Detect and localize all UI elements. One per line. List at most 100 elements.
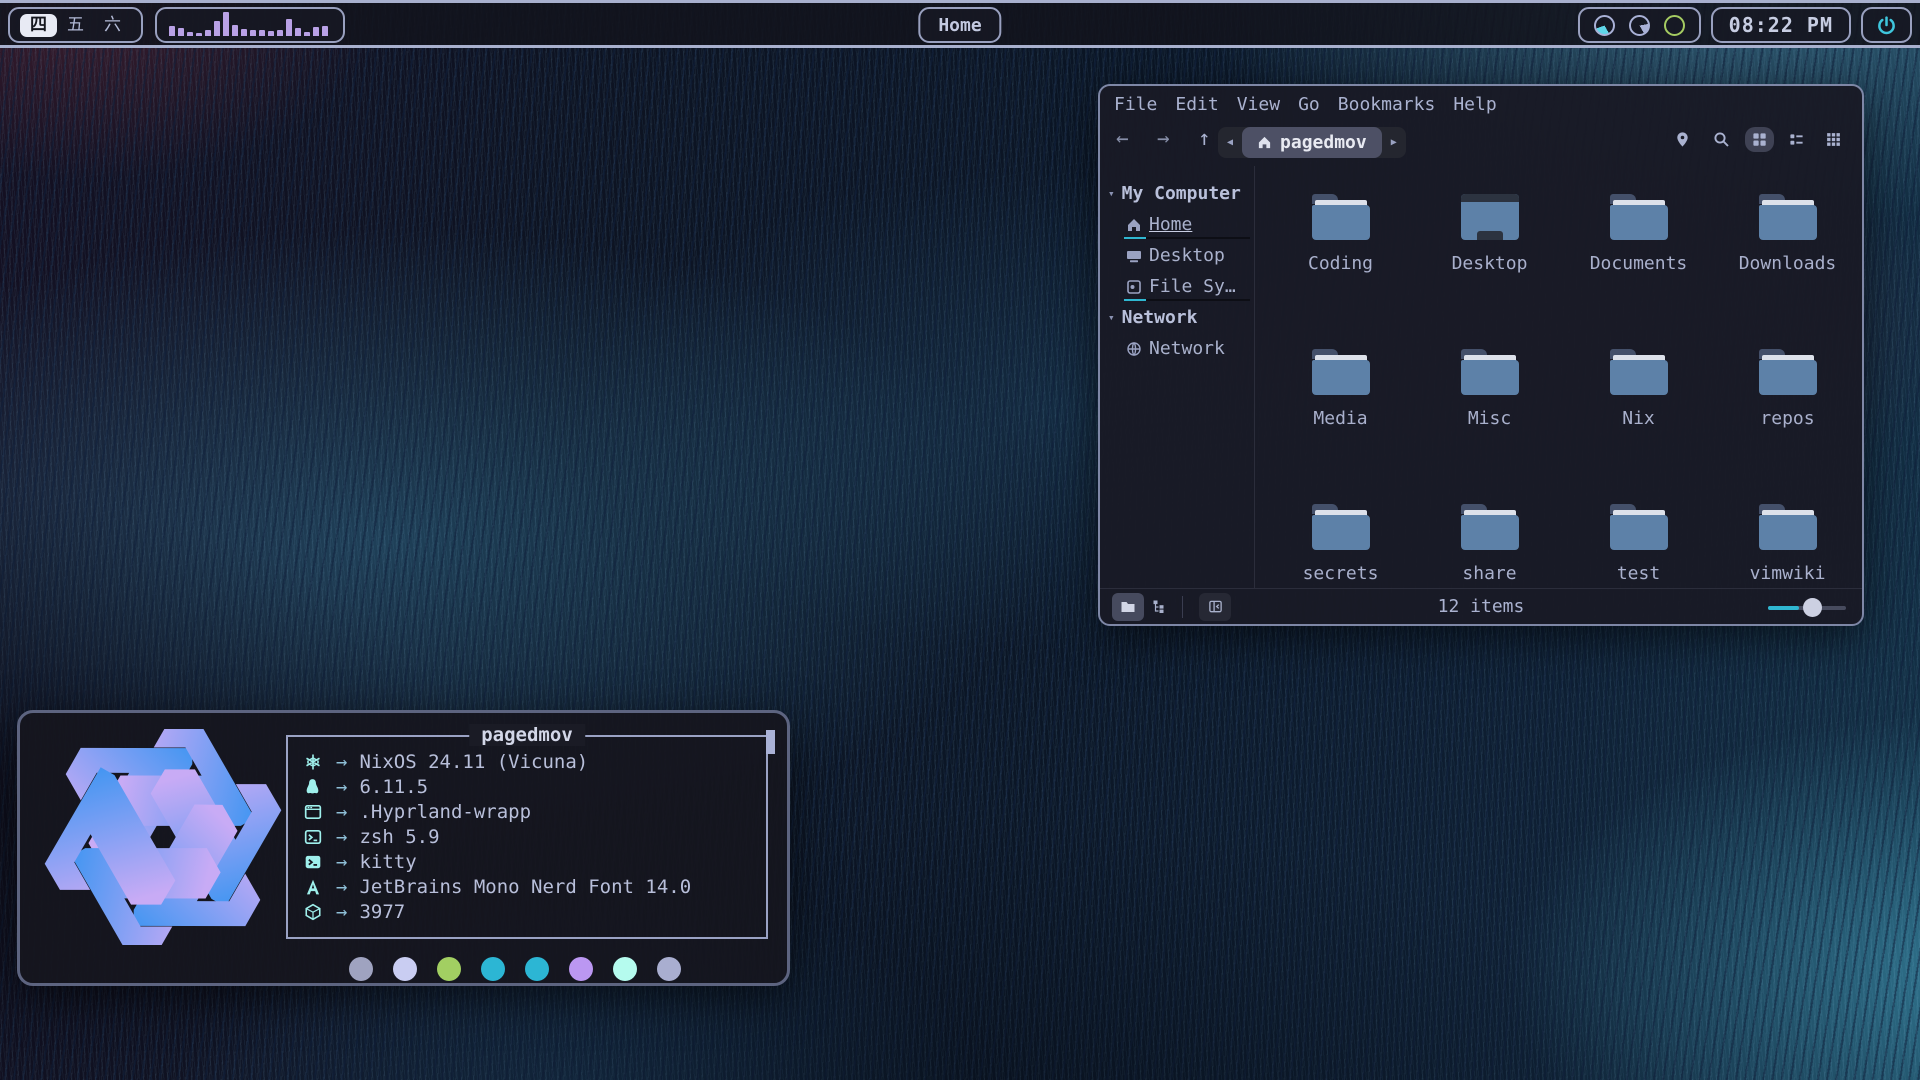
window-icon (304, 803, 328, 821)
folder-desktop[interactable]: Desktop (1415, 186, 1564, 341)
folder-icon (1610, 504, 1668, 550)
visualizer-bar (268, 31, 274, 36)
visualizer-bar (205, 30, 211, 36)
folder-body (1759, 205, 1817, 240)
folder-name: test (1564, 563, 1713, 584)
slider-fill (1768, 606, 1799, 610)
palette-dot (657, 957, 681, 981)
workspace-2[interactable]: 五 (57, 14, 94, 37)
back-button[interactable]: ← (1116, 126, 1129, 150)
folder-icon (1461, 349, 1519, 395)
folder-icon (1312, 349, 1370, 395)
sidebar-item-label: Desktop (1149, 245, 1225, 266)
thumbnail-view-icon (1826, 132, 1841, 147)
menu-help[interactable]: Help (1453, 94, 1496, 115)
path-segment-home[interactable]: pagedmov (1242, 127, 1382, 158)
file-manager-window: File Edit View Go Bookmarks Help ← → ↑ ◀ page… (1098, 84, 1864, 626)
sidebar-item-network[interactable]: Network (1100, 333, 1254, 364)
palette-dot (393, 957, 417, 981)
folder-secrets[interactable]: secrets (1266, 496, 1415, 651)
folder-icon (1312, 194, 1370, 240)
hostname: pagedmov (469, 724, 585, 746)
path-scroll-left-icon[interactable]: ◀ (1218, 137, 1242, 148)
path-scroll-right-icon[interactable]: ▶ (1382, 137, 1406, 148)
visualizer-bar (196, 33, 202, 36)
fetch-row-kernel: →6.11.5 (304, 774, 750, 799)
sidebar-section-network[interactable]: ▾Network (1100, 302, 1254, 333)
folder-coding[interactable]: Coding (1266, 186, 1415, 341)
folder-documents[interactable]: Documents (1564, 186, 1713, 341)
location-button[interactable] (1667, 126, 1698, 153)
selection-indicator (1124, 299, 1250, 301)
visualizer-bar (250, 30, 256, 36)
visualizer-bar (259, 30, 265, 36)
thumbnail-view-button[interactable] (1819, 127, 1848, 152)
terminal-window: pagedmov →NixOS 24.11 (Vicuna)→6.11.5→.H… (17, 710, 790, 986)
folder-nix[interactable]: Nix (1564, 341, 1713, 496)
folder-vimwiki[interactable]: vimwiki (1713, 496, 1862, 651)
folder-misc[interactable]: Misc (1415, 341, 1564, 496)
folder-name: Documents (1564, 253, 1713, 274)
toolbar: ← → ↑ ◀ pagedmov ▶ (1100, 124, 1862, 162)
folder-downloads[interactable]: Downloads (1713, 186, 1862, 341)
places-sidebar: ▾My ComputerHome Desktop File Sy…▾NetworkN… (1100, 166, 1255, 588)
forward-button[interactable]: → (1157, 126, 1170, 150)
up-button[interactable]: ↑ (1198, 126, 1211, 150)
folder-icon (1461, 504, 1519, 550)
desktop: 四五六 Home 08:22 PM File Edit View Go Bookmark… (0, 0, 1920, 1080)
arrow-icon: → (336, 826, 347, 848)
slider-knob[interactable] (1803, 598, 1822, 617)
arrow-icon: → (336, 851, 347, 873)
folder-repos[interactable]: repos (1713, 341, 1862, 496)
menu-view[interactable]: View (1237, 94, 1280, 115)
workspace-3[interactable]: 六 (94, 14, 131, 37)
active-window-title[interactable]: Home (918, 7, 1001, 43)
power-icon (1876, 15, 1897, 36)
visualizer-bar (223, 12, 229, 36)
menu-file[interactable]: File (1114, 94, 1157, 115)
home-icon (1257, 135, 1272, 150)
fetch-value-wm: .Hyprland-wrapp (359, 801, 531, 823)
sidebar-item-home[interactable]: Home (1100, 209, 1254, 240)
package-icon (304, 903, 328, 921)
folder-name: Desktop (1415, 253, 1564, 274)
fastfetch-box: pagedmov →NixOS 24.11 (Vicuna)→6.11.5→.H… (286, 735, 768, 939)
folder-grid: CodingDesktopDocumentsDownloads MediaMisc… (1255, 166, 1862, 588)
icon-size-slider[interactable] (1768, 598, 1846, 616)
shell-icon (304, 828, 328, 846)
icon-view-button[interactable] (1745, 127, 1774, 152)
menu-bookmarks[interactable]: Bookmarks (1338, 94, 1436, 115)
power-button[interactable] (1861, 7, 1912, 43)
search-button[interactable] (1706, 126, 1737, 153)
folder-body (1610, 360, 1668, 395)
palette-dot (569, 957, 593, 981)
sidebar-item-filesy[interactable]: File Sy… (1100, 271, 1254, 302)
menu-go[interactable]: Go (1298, 94, 1320, 115)
collapse-icon: ▾ (1108, 311, 1115, 324)
gauge-green[interactable] (1664, 15, 1685, 36)
folder-icon (1759, 504, 1817, 550)
nixos-logo (38, 729, 288, 945)
folder-share[interactable]: share (1415, 496, 1564, 651)
system-tray (1578, 7, 1701, 43)
sidebar-item-desktop[interactable]: Desktop (1100, 240, 1254, 271)
folder-media[interactable]: Media (1266, 341, 1415, 496)
menu-edit[interactable]: Edit (1175, 94, 1218, 115)
fetch-value-kernel: 6.11.5 (359, 776, 428, 798)
visualizer-bar (232, 25, 238, 36)
gauge-lavender[interactable] (1629, 15, 1650, 36)
folder-icon (1312, 504, 1370, 550)
folder-test[interactable]: test (1564, 496, 1713, 651)
clock[interactable]: 08:22 PM (1711, 7, 1851, 43)
workspace-1[interactable]: 四 (20, 14, 57, 37)
audio-visualizer (155, 7, 345, 43)
terminal-icon (304, 853, 328, 871)
compact-view-button[interactable] (1782, 127, 1811, 152)
palette-dot (349, 957, 373, 981)
palette-dot (613, 957, 637, 981)
folder-icon (1759, 194, 1817, 240)
gauge-cyan[interactable] (1594, 15, 1615, 36)
folder-name: vimwiki (1713, 563, 1862, 584)
sidebar-section-my-computer[interactable]: ▾My Computer (1100, 178, 1254, 209)
location-icon (1674, 131, 1691, 148)
